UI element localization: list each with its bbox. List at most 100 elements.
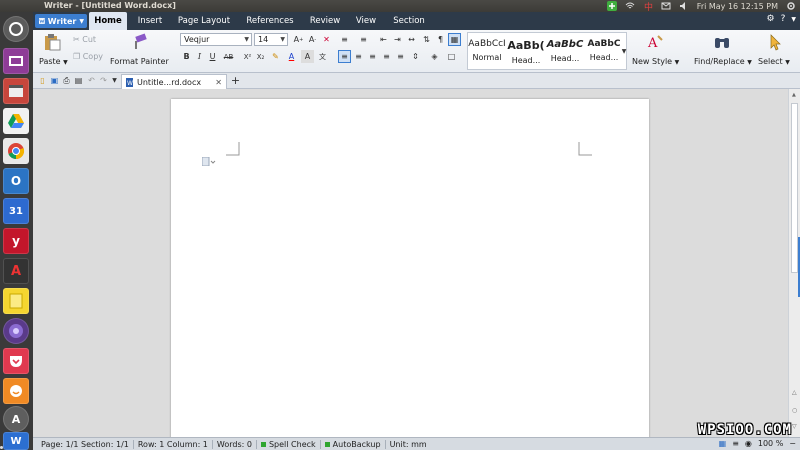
underline-icon[interactable]: U (206, 50, 219, 63)
page-view-icon[interactable]: ▦ (719, 439, 727, 448)
select-browse-icon[interactable]: ○ (792, 407, 797, 414)
subscript-icon[interactable]: X₂ (254, 50, 267, 63)
font-app-icon[interactable]: A (3, 258, 29, 284)
cursor-icon[interactable] (767, 33, 785, 51)
google-drive-icon[interactable] (3, 108, 29, 134)
font-color-icon[interactable]: A (285, 50, 298, 63)
bold-icon[interactable]: B (180, 50, 193, 63)
print-preview-icon[interactable]: ▤ (72, 74, 85, 87)
next-page-icon[interactable]: ▽ (792, 423, 797, 430)
char-shading-icon[interactable]: A (301, 50, 314, 63)
clock[interactable]: Fri May 16 12:15 PM (697, 2, 778, 11)
sort-icon[interactable]: ⇅ (420, 33, 433, 46)
decrease-indent-icon[interactable]: ⇤ (377, 33, 390, 46)
media-app-icon[interactable] (3, 318, 29, 344)
chrome-icon[interactable] (3, 138, 29, 164)
shading-icon[interactable]: ◈ (428, 50, 441, 63)
format-painter-button[interactable]: Format Painter (110, 57, 169, 66)
page-info[interactable]: Page: 1/1 Section: 1/1 (37, 439, 134, 449)
window-app-icon[interactable] (3, 78, 29, 104)
web-view-icon[interactable]: ◉ (745, 439, 752, 448)
tab-page-layout[interactable]: Page Layout (173, 12, 235, 30)
select-button[interactable]: Select ▼ (758, 57, 790, 66)
align-center-icon[interactable]: ≡ (352, 50, 365, 63)
gear-icon[interactable] (786, 1, 796, 11)
scroll-up-icon[interactable]: ▲ (792, 92, 796, 98)
tab-section[interactable]: Section (387, 12, 431, 30)
document-tab[interactable]: W Untitle...rd.docx ✕ (121, 74, 227, 89)
tab-review[interactable]: Review (305, 12, 345, 30)
tab-insert[interactable]: Insert (130, 12, 170, 30)
document-page[interactable] (171, 99, 649, 437)
line-spacing-icon[interactable]: ⇕ (409, 50, 422, 63)
cut-button[interactable]: ✂ Cut (73, 35, 96, 44)
tab-home[interactable]: Home (89, 12, 127, 30)
input-method-icon[interactable]: 中 (643, 1, 653, 11)
binoculars-icon[interactable] (713, 33, 731, 51)
styles-more-icon[interactable]: ▼ (620, 34, 628, 68)
software-center-icon[interactable]: A (3, 406, 29, 432)
show-marks-icon[interactable]: ¶ (434, 33, 447, 46)
clear-format-icon[interactable]: ✕ (320, 33, 333, 46)
sticky-notes-icon[interactable] (3, 288, 29, 314)
wifi-icon[interactable] (625, 1, 635, 11)
style-heading-2[interactable]: AaBbC Head... (546, 34, 584, 70)
justify-icon[interactable]: ≡ (380, 50, 393, 63)
mail-icon[interactable] (661, 1, 671, 11)
distribute-icon[interactable]: ≡ (394, 50, 407, 63)
scrollbar-thumb[interactable] (791, 103, 798, 273)
spell-check-toggle[interactable]: Spell Check (257, 439, 321, 449)
tab-references[interactable]: References (238, 12, 302, 30)
chinese-layout-icon[interactable]: ↔ (405, 33, 418, 46)
prev-page-icon[interactable]: △ (792, 389, 797, 396)
update-icon[interactable] (606, 1, 617, 11)
paste-options-icon[interactable] (202, 157, 216, 166)
paste-icon[interactable] (43, 33, 61, 51)
close-tab-icon[interactable]: ✕ (215, 78, 222, 87)
qat-more-icon[interactable]: ▼ (108, 74, 121, 87)
numbering-icon[interactable]: ≡ (357, 33, 370, 46)
format-painter-icon[interactable] (131, 33, 149, 51)
phonetic-guide-icon[interactable]: 文 (316, 50, 329, 63)
auto-backup-toggle[interactable]: AutoBackup (321, 439, 386, 449)
outlook-icon[interactable]: O (3, 168, 29, 194)
align-left-icon[interactable]: ≡ (338, 50, 351, 63)
strikethrough-icon[interactable]: AB (222, 50, 235, 63)
font-name-select[interactable]: Veqjur ▼ (180, 33, 252, 46)
italic-icon[interactable]: I (193, 50, 206, 63)
new-style-icon[interactable]: A (646, 33, 664, 51)
new-style-button[interactable]: New Style ▼ (632, 57, 679, 66)
video-app-icon[interactable] (3, 48, 29, 74)
style-normal[interactable]: AaBbCcI Normal (468, 34, 506, 70)
borders-icon[interactable]: □ (445, 50, 458, 63)
outline-view-icon[interactable]: ≡ (732, 439, 739, 448)
vertical-scrollbar[interactable]: ▲ △ ○ ▽ (788, 89, 800, 437)
volume-icon[interactable] (679, 1, 689, 11)
shrink-font-icon[interactable]: A- (306, 33, 319, 46)
yammer-icon[interactable]: y (3, 228, 29, 254)
font-size-select[interactable]: 14 ▼ (254, 33, 288, 46)
paste-button[interactable]: Paste ▼ (39, 57, 68, 66)
document-workspace[interactable]: ▲ △ ○ ▽ (33, 89, 800, 437)
unit-info[interactable]: Unit: mm (386, 440, 431, 449)
copy-button[interactable]: ❐ Copy (73, 52, 103, 61)
new-tab-button[interactable]: + (229, 74, 242, 87)
writer-launcher-icon[interactable]: W (3, 432, 29, 450)
smiley-app-icon[interactable] (3, 378, 29, 404)
tab-view[interactable]: View (348, 12, 384, 30)
bullets-icon[interactable]: ≡ (338, 33, 351, 46)
word-count[interactable]: Words: 0 (213, 439, 257, 449)
superscript-icon[interactable]: X² (241, 50, 254, 63)
grow-font-icon[interactable]: A + (292, 33, 305, 46)
find-replace-button[interactable]: Find/Replace ▼ (694, 57, 752, 66)
pocket-icon[interactable] (3, 348, 29, 374)
writer-menu-button[interactable]: Writer ▼ (35, 14, 87, 28)
increase-indent-icon[interactable]: ⇥ (391, 33, 404, 46)
style-heading-1[interactable]: AaBb( Head... (507, 34, 545, 70)
style-heading-3[interactable]: AaBbC Head... (585, 34, 623, 70)
dash-icon[interactable] (3, 16, 29, 42)
align-right-icon[interactable]: ≡ (366, 50, 379, 63)
chevron-down-icon[interactable]: ▼ (791, 14, 796, 26)
zoom-level[interactable]: 100 % (758, 439, 783, 448)
help-icon[interactable]: ? (781, 14, 786, 26)
